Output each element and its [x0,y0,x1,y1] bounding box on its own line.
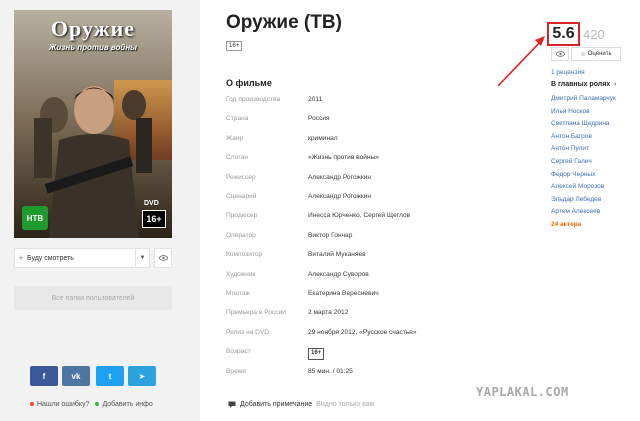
about-film-heading: О фильме [226,78,272,88]
info-key: Художник [226,270,256,278]
info-key: Композитор [226,251,263,259]
share-facebook-button[interactable]: f [30,366,58,386]
info-key: Страна [226,115,249,123]
actor-link[interactable]: Алексей Морозов [551,183,604,190]
info-key: Возраст [226,348,251,356]
main-roles-heading[interactable]: В главных ролях [551,81,610,88]
info-row: Сценарий Александр Рогожкин [226,193,371,205]
info-row: Премьера в России 2 марта 2012 [226,309,348,321]
info-key: Релиз на DVD [226,328,270,336]
votes-count: 420 [583,27,605,42]
info-row: Возраст 16+ [226,348,325,361]
info-value: 85 мин. / 01:25 [308,367,353,375]
green-dot-icon [95,402,100,406]
share-twitter-button[interactable]: t [96,366,124,386]
info-row: Релиз на DVD 29 ноября 2012, «Русское сча… [226,329,417,341]
eye-icon [555,51,565,57]
film-poster[interactable]: Оружие Жизнь против войны НТВ DVD 16+ [14,10,172,238]
info-value: 2011 [308,96,323,103]
page-title: Оружие (ТВ) [226,12,342,33]
rate-label: Оценить [587,51,612,57]
dvd-label: DVD [144,200,159,207]
info-value: «Жизнь против войны» [308,154,379,162]
ntv-logo: НТВ [22,206,48,230]
info-value: 29 ноября 2012, «Русское счастье» [308,328,417,336]
poster-tagline: Жизнь против войны [49,43,137,52]
info-value[interactable]: Александр Рогожкин [308,193,371,205]
info-row: Время 85 мин. / 01:25 [226,368,353,380]
info-row: Режиссер Александр Рогожкин [226,174,371,186]
info-value[interactable]: Виктор Гончар [308,232,352,244]
share-telegram-button[interactable]: ➤ [128,366,156,386]
info-row: Жанр криминал [226,135,338,147]
watermark: YAPLAKAL.COM [476,385,569,399]
rate-button[interactable]: ☆ Оценить [571,47,621,61]
add-info-link[interactable]: Добавить инфо [95,401,153,408]
info-key: Режиссер [226,173,256,181]
watch-later-dropdown[interactable]: + Буду смотреть ▼ [14,248,150,268]
info-key: Продюсер [226,212,258,220]
red-dot-icon [30,402,34,406]
note-hint: Видно только вам [316,401,375,408]
actor-link[interactable]: Сергей Галич [551,158,592,165]
watch-later-label: Буду смотреть [27,254,74,262]
chevron-down-icon[interactable]: ▼ [135,249,149,267]
info-row: Год производства 2011 [226,96,322,108]
info-key: Год производства [226,96,281,103]
info-key: Сценарий [226,193,257,200]
info-row: Страна Россия [226,115,330,127]
info-value[interactable]: Екатерина Вересневич [308,290,379,302]
info-value[interactable]: Александр Суворов [308,271,369,283]
eye-icon [158,255,168,261]
info-key: Слоган [226,154,248,162]
info-value[interactable]: Россия [308,115,330,127]
actor-link[interactable]: Антон Багров [551,133,592,140]
plus-icon: + [18,253,24,263]
info-key: Премьера в России [226,309,286,317]
add-note-label: Добавить примечание [240,401,313,408]
star-icon: ☆ [580,51,586,58]
bottom-links: Нашли ошибку? Добавить инфо [30,401,153,408]
poster-age: 16+ [142,210,166,228]
info-key: Жанр [226,134,244,142]
share-vk-button[interactable]: vk [62,366,90,386]
info-row: Оператор Виктор Гончар [226,232,352,244]
info-row: Продюсер Инесса Юрченко, Сергей Щеглов [226,212,410,224]
info-value[interactable]: Александр Рогожкин [308,174,371,186]
report-error-label: Нашли ошибку? [37,401,90,408]
actor-link[interactable]: Федор Черных [551,171,595,178]
info-key: Монтаж [226,290,250,297]
actor-link[interactable]: Эльдар Лебедев [551,196,601,203]
watched-button[interactable] [551,47,569,61]
reviews-link[interactable]: 1 рецензия [551,69,585,76]
add-info-label: Добавить инфо [102,401,153,408]
user-folders-button[interactable]: Все папки пользователей [14,286,172,310]
age-badge: 16+ [226,41,243,51]
actor-link[interactable]: Антон Пулит [551,145,589,152]
actor-link[interactable]: Дмитрий Паламарчук [551,95,616,102]
info-key: Время [226,367,246,375]
info-row: Слоган «Жизнь против войны» [226,154,379,166]
info-value[interactable]: Инесса Юрченко, Сергей Щеглов [308,212,410,224]
info-row: Монтаж Екатерина Вересневич [226,290,379,302]
actor-link[interactable]: Илья Носков [551,108,590,115]
chevron-right-icon[interactable]: › [614,81,616,88]
info-row: Художник Александр Суворов [226,271,369,283]
rating-value: 5.6 [547,22,580,46]
info-key: Оператор [226,231,256,239]
poster-title: Оружие [50,16,136,41]
info-value: 16+ [308,348,325,361]
actors-count-link[interactable]: 24 актера [551,221,581,228]
actor-link[interactable]: Светлана Щедрина [551,120,610,127]
info-row: Композитор Виталий Муканяев [226,251,366,263]
comment-icon [228,401,236,408]
actor-link[interactable]: Артем Алексеев [551,208,600,215]
report-error-link[interactable]: Нашли ошибку? [30,401,89,408]
seen-button[interactable] [154,248,172,268]
info-value[interactable]: криминал [308,135,338,147]
add-note[interactable]: Добавить примечание Видно только вам [228,401,374,408]
info-value[interactable]: 2 марта 2012 [308,309,348,321]
info-value[interactable]: Виталий Муканяев [308,251,366,263]
